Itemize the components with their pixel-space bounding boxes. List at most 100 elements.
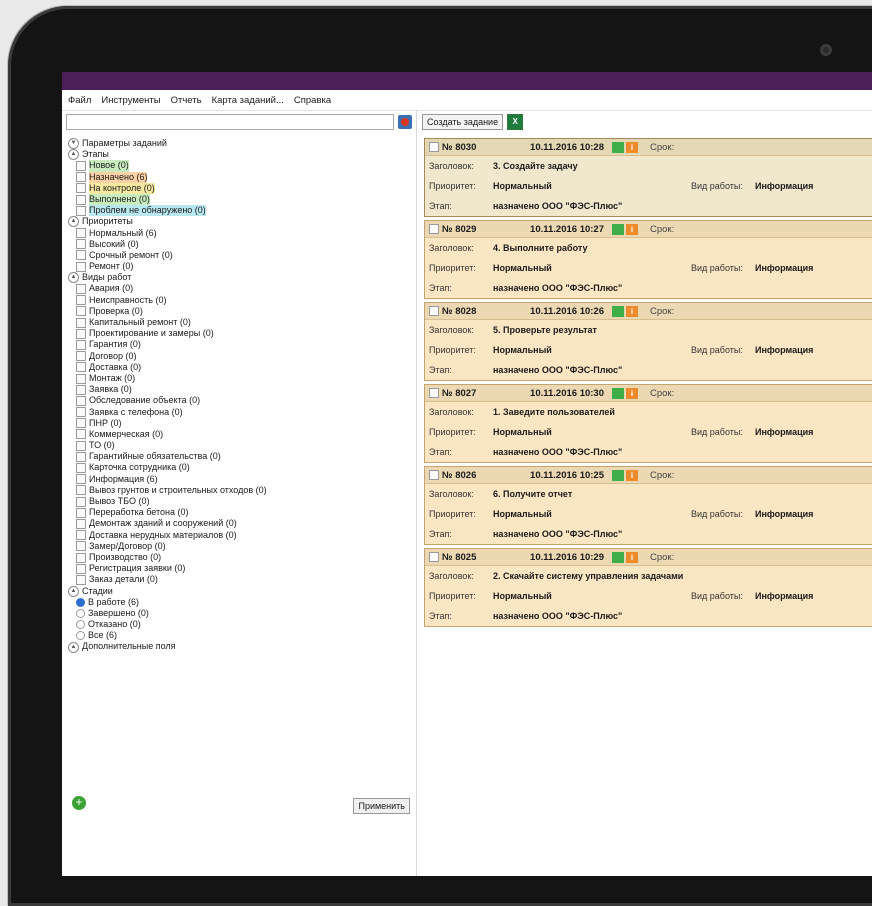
group-stages[interactable]: ▲ Этапы	[68, 149, 412, 161]
checkbox[interactable]	[76, 440, 86, 451]
stage-filter-item[interactable]: Выполнено (0)	[68, 193, 412, 206]
menu-file[interactable]: Файл	[68, 95, 91, 106]
checkbox[interactable]	[76, 228, 86, 239]
radio-button[interactable]	[76, 620, 85, 630]
checkbox[interactable]	[76, 485, 86, 496]
info-icon[interactable]: i	[626, 551, 638, 563]
menu-task-map[interactable]: Карта заданий...	[212, 95, 284, 106]
checkbox[interactable]	[76, 284, 86, 295]
status-filter-item[interactable]: Все (6)	[68, 630, 412, 641]
checkbox[interactable]	[76, 160, 86, 171]
worktype-filter-item[interactable]: Замер/Договор (0)	[68, 541, 412, 552]
checkbox[interactable]	[76, 496, 86, 507]
radio-button[interactable]	[76, 597, 85, 607]
checkbox[interactable]	[76, 518, 86, 529]
worktype-filter-item[interactable]: Капитальный ремонт (0)	[68, 317, 412, 328]
worktype-filter-item[interactable]: Договор (0)	[68, 351, 412, 362]
info-icon[interactable]: i	[626, 305, 638, 317]
checkbox[interactable]	[76, 295, 86, 306]
worktype-filter-item[interactable]: Заявка (0)	[68, 384, 412, 395]
status-filter-item[interactable]: Завершено (0)	[68, 608, 412, 619]
worktype-filter-item[interactable]: Производство (0)	[68, 552, 412, 563]
chevron-up-icon[interactable]: ▲	[68, 272, 79, 284]
checkbox[interactable]	[76, 429, 86, 440]
worktype-filter-item[interactable]: Вывоз грунтов и строительных отходов (0)	[68, 485, 412, 496]
group-task-params[interactable]: ▼ Параметры заданий	[68, 138, 412, 150]
worktype-filter-item[interactable]: Коммерческая (0)	[68, 429, 412, 440]
task-checkbox[interactable]	[429, 306, 439, 316]
worktype-filter-item[interactable]: Демонтаж зданий и сооружений (0)	[68, 518, 412, 529]
checkbox[interactable]	[76, 574, 86, 585]
checkbox[interactable]	[76, 205, 86, 216]
worktype-filter-item[interactable]: ПНР (0)	[68, 418, 412, 429]
checkbox[interactable]	[76, 530, 86, 541]
info-icon[interactable]: i	[626, 469, 638, 481]
checkbox[interactable]	[76, 317, 86, 328]
radio-button[interactable]	[76, 631, 85, 641]
worktype-filter-item[interactable]: Доставка (0)	[68, 362, 412, 373]
checkbox[interactable]	[76, 172, 86, 183]
worktype-filter-item[interactable]: Информация (6)	[68, 474, 412, 485]
menu-help[interactable]: Справка	[294, 95, 331, 106]
apply-button[interactable]: Применить	[353, 798, 410, 814]
checkbox[interactable]	[76, 362, 86, 373]
group-statuses[interactable]: ▲ Стадии	[68, 586, 412, 597]
checkbox[interactable]	[76, 451, 86, 462]
info-icon[interactable]: i	[626, 387, 638, 399]
worktype-filter-item[interactable]: Гарантия (0)	[68, 339, 412, 350]
group-priorities[interactable]: ▲ Приоритеты	[68, 216, 412, 228]
task-card[interactable]: № 8027 10.11.2016 10:30 i Срок: Заголовок: 1.…	[424, 384, 872, 463]
worktype-filter-item[interactable]: Доставка нерудных материалов (0)	[68, 530, 412, 541]
task-checkbox[interactable]	[429, 388, 439, 398]
menu-tools[interactable]: Инструменты	[101, 95, 160, 106]
checkbox[interactable]	[76, 474, 86, 485]
checkbox[interactable]	[76, 306, 86, 317]
stage-filter-item[interactable]: Проблем не обнаружено (0)	[68, 205, 412, 217]
add-icon[interactable]: +	[72, 796, 86, 810]
stage-filter-item[interactable]: На контроле (0)	[68, 182, 412, 194]
group-work-types[interactable]: ▲ Виды работ	[68, 272, 412, 284]
checkbox[interactable]	[76, 261, 86, 272]
checkbox[interactable]	[76, 351, 86, 362]
worktype-filter-item[interactable]: Регистрация заявки (0)	[68, 563, 412, 574]
status-filter-item[interactable]: В работе (6)	[68, 597, 412, 608]
group-extra-fields[interactable]: ▲ Дополнительные поля	[68, 641, 412, 653]
checkbox[interactable]	[76, 239, 86, 250]
task-checkbox[interactable]	[429, 552, 439, 562]
checkbox[interactable]	[76, 373, 86, 384]
checkbox[interactable]	[76, 395, 86, 406]
task-card[interactable]: № 8028 10.11.2016 10:26 i Срок: Заголовок: 5.…	[424, 302, 872, 381]
chevron-up-icon[interactable]: ▲	[68, 585, 79, 597]
info-icon[interactable]: i	[626, 223, 638, 235]
chevron-up-icon[interactable]: ▲	[68, 641, 79, 653]
task-card[interactable]: № 8026 10.11.2016 10:25 i Срок: Заголовок: 6.…	[424, 466, 872, 545]
stage-filter-item[interactable]: Новое (0)	[68, 160, 412, 172]
priority-filter-item[interactable]: Нормальный (6)	[68, 228, 412, 239]
checkbox[interactable]	[76, 407, 86, 418]
checkbox[interactable]	[76, 339, 86, 350]
task-card[interactable]: № 8030 10.11.2016 10:28 i Срок: Заголовок: 3.…	[424, 138, 872, 217]
worktype-filter-item[interactable]: Карточка сотрудника (0)	[68, 462, 412, 474]
checkbox[interactable]	[76, 541, 86, 552]
task-checkbox[interactable]	[429, 470, 439, 480]
worktype-filter-item[interactable]: Гарантийные обязательства (0)	[68, 451, 412, 462]
checkbox[interactable]	[76, 507, 86, 518]
chevron-up-icon[interactable]: ▲	[68, 216, 79, 228]
worktype-filter-item[interactable]: ТО (0)	[68, 440, 412, 451]
checkbox[interactable]	[76, 183, 86, 194]
checkbox[interactable]	[76, 194, 86, 205]
status-filter-item[interactable]: Отказано (0)	[68, 619, 412, 630]
worktype-filter-item[interactable]: Обследование объекта (0)	[68, 395, 412, 406]
chevron-down-icon[interactable]: ▼	[68, 138, 79, 150]
stage-filter-item[interactable]: Назначено (6)	[68, 171, 412, 183]
worktype-filter-item[interactable]: Проверка (0)	[68, 306, 412, 317]
checkbox[interactable]	[76, 552, 86, 563]
radio-button[interactable]	[76, 608, 85, 618]
priority-filter-item[interactable]: Срочный ремонт (0)	[68, 250, 412, 261]
checkbox[interactable]	[76, 384, 86, 395]
search-button[interactable]	[398, 115, 412, 129]
excel-export-icon[interactable]: X	[507, 114, 524, 130]
worktype-filter-item[interactable]: Заявка с телефона (0)	[68, 407, 412, 418]
checkbox[interactable]	[76, 463, 86, 474]
info-icon[interactable]: i	[626, 141, 638, 153]
